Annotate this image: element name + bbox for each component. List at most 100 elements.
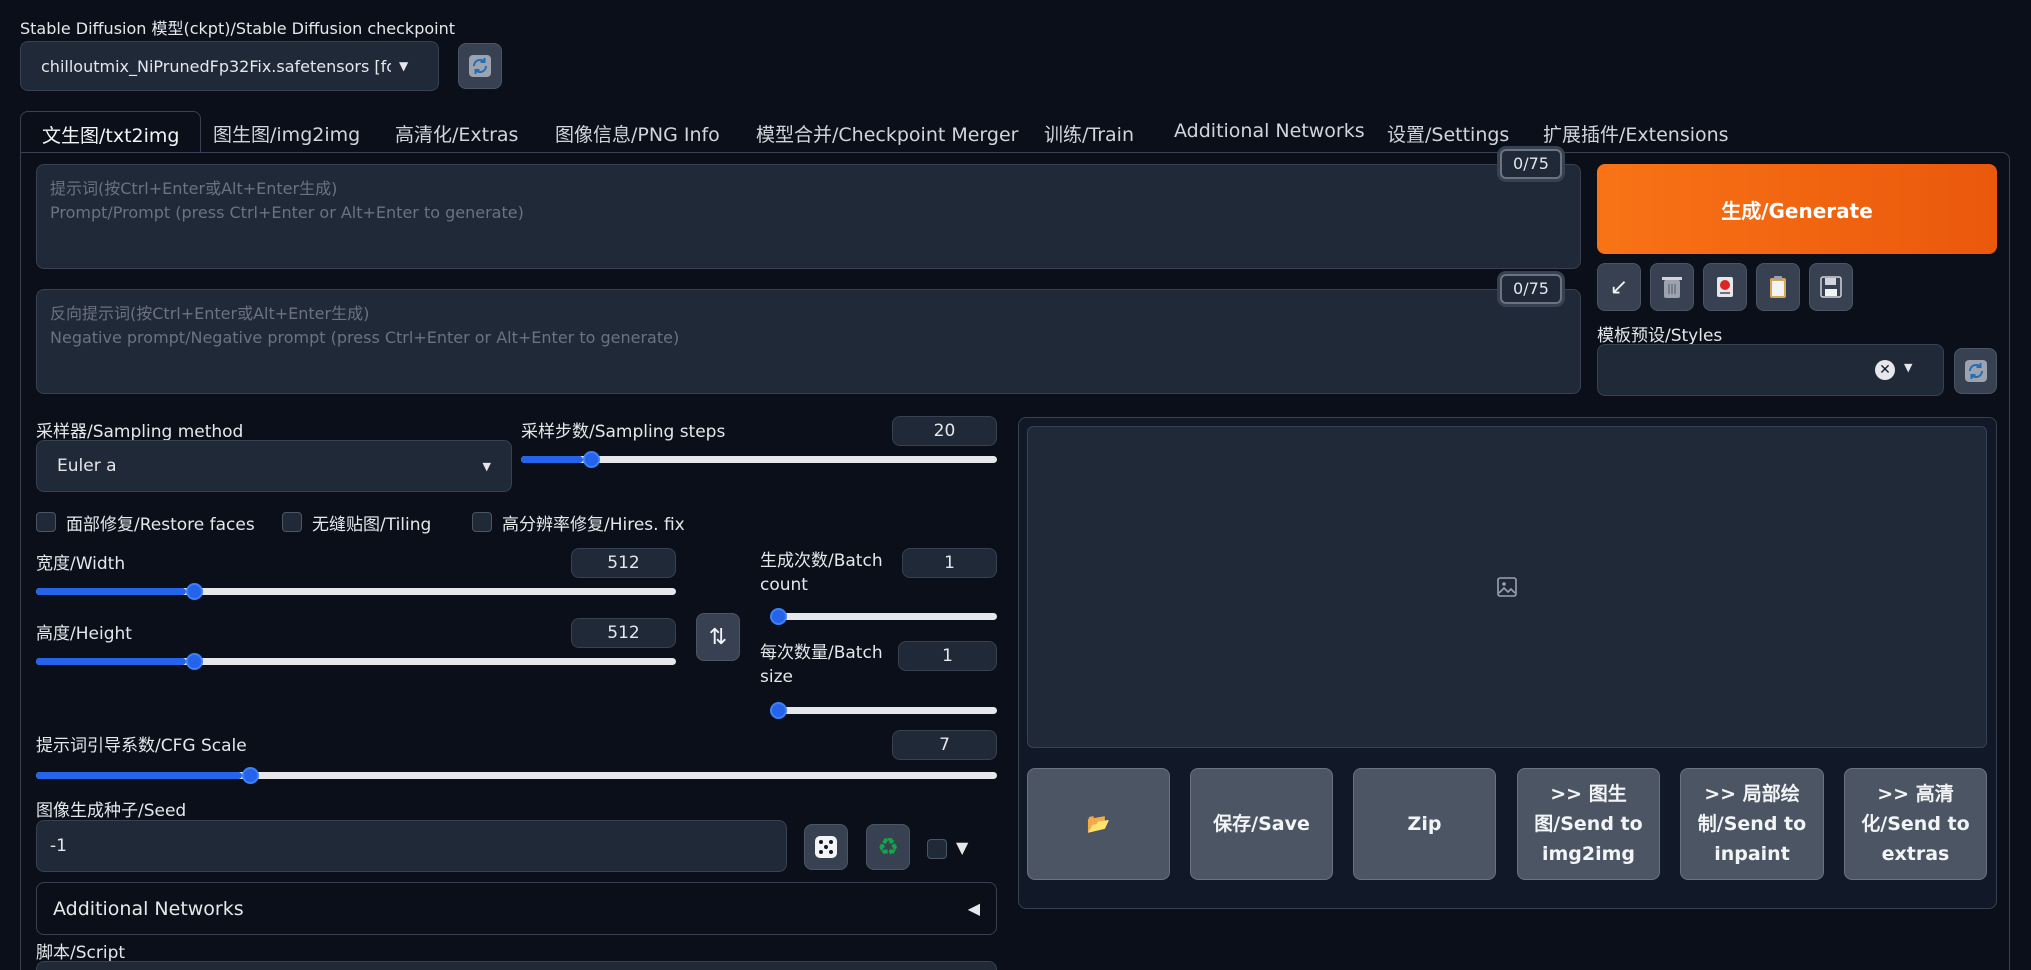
negative-prompt-placeholder-1: 反向提示词(按Ctrl+Enter或Alt+Enter生成) xyxy=(50,304,370,323)
clipboard-icon xyxy=(1770,276,1786,298)
seed-label: 图像生成种子/Seed xyxy=(36,801,187,821)
prompt-placeholder-2: Prompt/Prompt (press Ctrl+Enter or Alt+E… xyxy=(50,203,524,222)
folder-icon: 📂 xyxy=(1086,813,1111,835)
refresh-styles-button[interactable] xyxy=(1954,348,1997,394)
chevron-down-icon: ▼ xyxy=(482,459,491,473)
show-extra-networks-button[interactable] xyxy=(1703,263,1747,311)
send-to-extras-button[interactable]: >> 高清化/Send to extras xyxy=(1844,768,1987,880)
styles-label: 模板预设/Styles xyxy=(1597,326,1723,346)
chevron-down-icon: ▼ xyxy=(1904,361,1913,374)
script-select[interactable] xyxy=(36,961,997,970)
trash-icon xyxy=(1662,277,1682,298)
save-button[interactable]: 保存/Save xyxy=(1190,768,1333,880)
slider-thumb[interactable] xyxy=(770,608,787,625)
send-to-inpaint-button[interactable]: >> 局部绘制/Send to inpaint xyxy=(1680,768,1824,880)
tab-img2img[interactable]: 图生图/img2img xyxy=(213,120,360,147)
steps-label: 采样步数/Sampling steps xyxy=(521,422,726,442)
sampler-label: 采样器/Sampling method xyxy=(36,422,244,442)
refresh-checkpoint-button[interactable] xyxy=(458,43,502,89)
cfg-slider[interactable] xyxy=(36,759,997,791)
slider-fill xyxy=(36,772,242,779)
negative-prompt-token-counter: 0/75 xyxy=(1500,274,1562,304)
cfg-input[interactable]: 7 xyxy=(892,730,997,760)
apply-style-button[interactable] xyxy=(1756,263,1800,311)
restore-faces-label: 面部修复/Restore faces xyxy=(66,515,255,535)
random-seed-button[interactable] xyxy=(804,824,848,870)
slider-track xyxy=(770,707,997,714)
tiling-label: 无缝贴图/Tiling xyxy=(312,515,432,535)
batch-count-label-line2: count xyxy=(760,575,808,595)
height-label: 高度/Height xyxy=(36,624,132,644)
slider-thumb[interactable] xyxy=(186,583,203,600)
tab-extensions[interactable]: 扩展插件/Extensions xyxy=(1543,120,1729,147)
additional-networks-accordion[interactable]: Additional Networks ◀ xyxy=(36,882,997,935)
batch-size-label: 每次数量/Batch size xyxy=(760,641,883,689)
script-label: 脚本/Script xyxy=(36,943,126,963)
tab-settings[interactable]: 设置/Settings xyxy=(1387,120,1509,147)
batch-size-label-line1: 每次数量/Batch xyxy=(760,643,883,663)
tab-png-info[interactable]: 图像信息/PNG Info xyxy=(555,120,720,147)
tab-train[interactable]: 训练/Train xyxy=(1044,120,1134,147)
clear-prompt-button[interactable] xyxy=(1650,263,1694,311)
batch-size-slider[interactable] xyxy=(770,694,997,726)
slider-fill xyxy=(521,456,583,463)
slider-track xyxy=(770,613,997,620)
styles-select[interactable]: ✕ ▼ xyxy=(1597,344,1944,396)
generate-button[interactable]: 生成/Generate xyxy=(1597,164,1997,254)
prompt-textarea[interactable]: 提示词(按Ctrl+Enter或Alt+Enter生成) Prompt/Prom… xyxy=(36,164,1581,269)
tab-txt2img[interactable]: 文生图/txt2img xyxy=(20,111,202,153)
tab-bar: 文生图/txt2img 图生图/img2img 高清化/Extras 图像信息/… xyxy=(20,111,2000,153)
tab-checkpoint-merger[interactable]: 模型合并/Checkpoint Merger xyxy=(756,120,1018,147)
batch-size-label-line2: size xyxy=(760,667,793,687)
additional-networks-label: Additional Networks xyxy=(53,897,244,920)
restore-faces-checkbox[interactable] xyxy=(36,512,56,532)
tab-extras[interactable]: 高清化/Extras xyxy=(395,120,518,147)
dice-icon xyxy=(815,836,837,858)
sampler-select[interactable]: Euler a ▼ xyxy=(36,440,512,492)
height-input[interactable]: 512 xyxy=(571,618,676,648)
slider-fill xyxy=(36,658,186,665)
read-params-button[interactable]: ↙ xyxy=(1597,263,1641,311)
slider-thumb[interactable] xyxy=(770,702,787,719)
triangle-down-icon[interactable]: ▼ xyxy=(956,838,968,857)
batch-count-input[interactable]: 1 xyxy=(902,548,997,578)
height-slider[interactable] xyxy=(36,645,676,677)
send-to-img2img-button[interactable]: >> 图生图/Send to img2img xyxy=(1517,768,1660,880)
width-slider[interactable] xyxy=(36,575,676,607)
tiling-checkbox[interactable] xyxy=(282,512,302,532)
cfg-label: 提示词引导系数/CFG Scale xyxy=(36,736,247,756)
extra-seed-checkbox[interactable] xyxy=(927,839,947,859)
slider-thumb[interactable] xyxy=(186,653,203,670)
width-input[interactable]: 512 xyxy=(571,548,676,578)
output-gallery[interactable] xyxy=(1027,426,1987,748)
hires-fix-checkbox[interactable] xyxy=(472,512,492,532)
refresh-icon xyxy=(469,55,491,77)
seed-input[interactable]: -1 xyxy=(36,820,787,872)
open-folder-button[interactable]: 📂 xyxy=(1027,768,1170,880)
swap-dimensions-button[interactable]: ⇅ xyxy=(696,613,740,661)
triangle-left-icon: ◀ xyxy=(967,899,980,918)
batch-count-slider[interactable] xyxy=(770,600,997,632)
chevron-down-icon: ▼ xyxy=(399,59,409,73)
refresh-icon xyxy=(1964,360,1987,382)
slider-thumb[interactable] xyxy=(583,451,600,468)
zip-button[interactable]: Zip xyxy=(1353,768,1496,880)
steps-input[interactable]: 20 xyxy=(892,416,997,446)
hires-fix-label: 高分辨率修复/Hires. fix xyxy=(502,515,685,535)
clear-icon[interactable]: ✕ xyxy=(1875,360,1895,380)
swap-arrows-icon: ⇅ xyxy=(708,624,728,650)
steps-slider[interactable] xyxy=(521,443,997,475)
save-disk-icon xyxy=(1820,276,1842,298)
slider-thumb[interactable] xyxy=(242,767,259,784)
arrow-down-left-icon: ↙ xyxy=(1609,274,1629,300)
batch-size-input[interactable]: 1 xyxy=(898,641,997,671)
tab-additional-networks[interactable]: Additional Networks xyxy=(1174,120,1365,142)
batch-count-label-line1: 生成次数/Batch xyxy=(760,551,883,571)
recycle-icon: ♻ xyxy=(877,833,899,861)
reuse-seed-button[interactable]: ♻ xyxy=(866,824,910,870)
slider-fill xyxy=(36,588,186,595)
negative-prompt-textarea[interactable]: 反向提示词(按Ctrl+Enter或Alt+Enter生成) Negative … xyxy=(36,289,1581,394)
image-placeholder-icon xyxy=(1497,577,1517,597)
checkpoint-select[interactable]: chilloutmix_NiPrunedFp32Fix.safetensors … xyxy=(20,41,439,91)
save-style-button[interactable] xyxy=(1809,263,1853,311)
